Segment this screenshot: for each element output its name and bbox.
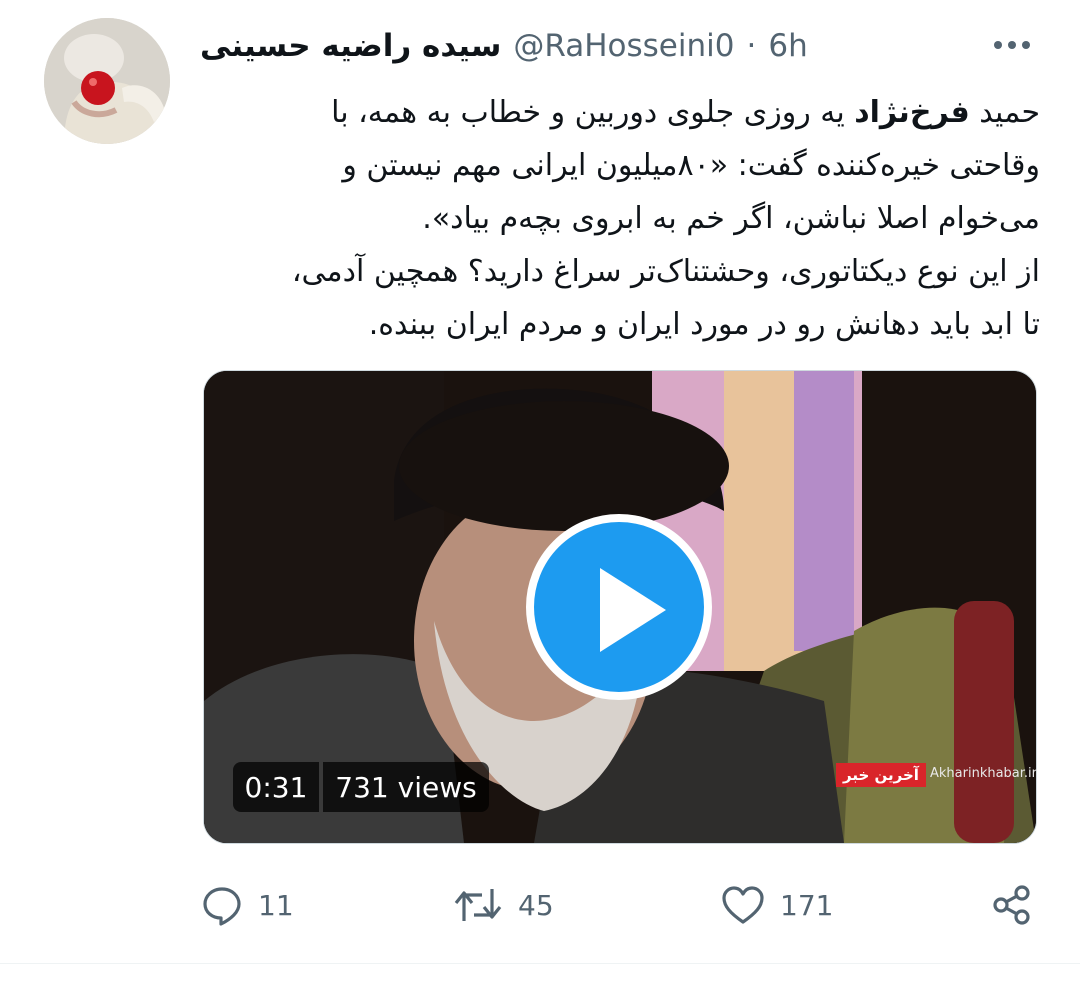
play-icon <box>600 568 666 652</box>
separator: · <box>746 28 757 64</box>
author-handle[interactable]: @RaHosseini0 <box>513 28 734 64</box>
like-icon <box>722 886 764 924</box>
reply-icon <box>203 887 241 926</box>
reply-count: 11 <box>258 888 294 922</box>
more-icon <box>994 41 1030 49</box>
avatar[interactable] <box>44 18 170 144</box>
divider <box>0 963 1080 964</box>
timestamp[interactable]: 6h <box>768 28 807 64</box>
retweet-icon <box>454 889 502 921</box>
duration-badge: 0:31 <box>233 762 319 812</box>
more-button[interactable] <box>990 28 1034 62</box>
retweet-count: 45 <box>518 888 554 922</box>
author-name[interactable]: سیده راضیه حسینی <box>200 28 501 64</box>
share-icon <box>993 885 1030 925</box>
share-button[interactable] <box>990 870 1034 940</box>
play-button[interactable] <box>526 514 712 700</box>
like-count: 171 <box>780 888 834 922</box>
avatar-image <box>44 18 170 144</box>
reply-button[interactable]: 11 <box>200 870 294 940</box>
tweet-header: سیده راضیه حسینی @RaHosseini0 · 6h <box>200 26 1040 66</box>
watermark-url: Akharinkhabar.ir <box>930 766 1038 781</box>
tweet-actions: 11 45 171 <box>0 870 1080 940</box>
tweet-text-intro: حمید <box>969 95 1040 130</box>
retweet-button[interactable]: 45 <box>452 870 554 940</box>
watermark-logo: آخرین خبر <box>836 763 926 787</box>
tweet-text: حمید فرخ‌نژاد یه روزی جلوی دوربین و خطاب… <box>200 86 1040 351</box>
views-badge: 731 views <box>323 762 489 812</box>
tweet-text-rest: یه روزی جلوی دوربین و خطاب به همه، با وق… <box>291 95 1040 342</box>
like-button[interactable]: 171 <box>720 870 833 940</box>
tweet-text-bold[interactable]: فرخ‌نژاد <box>854 95 970 130</box>
